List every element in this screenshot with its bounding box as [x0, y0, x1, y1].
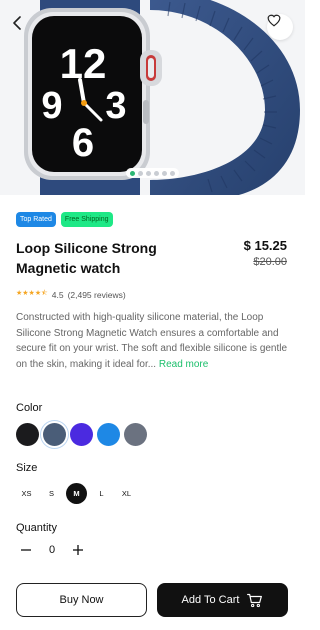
add-to-cart-label: Add To Cart — [181, 594, 240, 606]
quantity-value[interactable]: 0 — [47, 544, 57, 556]
original-price: $20.00 — [253, 256, 287, 268]
size-label: Size — [16, 462, 38, 474]
minus-icon — [21, 549, 31, 551]
color-options — [16, 423, 147, 446]
product-description: Constructed with high-quality silicone m… — [16, 310, 290, 372]
back-button[interactable] — [12, 16, 34, 38]
free-shipping-badge: Free Shipping — [60, 212, 113, 227]
color-swatch[interactable] — [70, 423, 93, 446]
gallery-dot[interactable] — [154, 170, 159, 176]
read-more-link[interactable]: Read more — [159, 359, 208, 370]
watch-numeral-3: 3 — [105, 85, 126, 127]
rating-row: ★★★★⯪ 4.5 (2,495 reviews) — [16, 289, 126, 300]
cart-icon — [247, 593, 263, 607]
add-to-cart-button[interactable]: Add To Cart — [157, 583, 288, 617]
product-price: $ 15.25 — [243, 238, 287, 253]
increase-quantity-button[interactable] — [71, 543, 85, 557]
badge-row: Top Rated Free Shipping — [16, 212, 113, 227]
description-text: Constructed with high-quality silicone m… — [16, 312, 288, 370]
heart-icon — [267, 14, 281, 27]
size-option-xs[interactable]: XS — [16, 483, 37, 504]
size-options: XS S M L XL — [16, 483, 137, 504]
review-count: (2,495 reviews) — [67, 289, 126, 300]
color-swatch[interactable] — [43, 423, 66, 446]
size-option-s[interactable]: S — [41, 483, 62, 504]
product-image: 12 9 3 6 — [0, 0, 305, 195]
quantity-label: Quantity — [16, 522, 57, 534]
watch-numeral-6: 6 — [72, 121, 94, 165]
chevron-left-icon — [13, 16, 21, 30]
color-swatch[interactable] — [16, 423, 39, 446]
quantity-stepper: 0 — [19, 543, 85, 557]
star-rating: ★★★★⯪ — [16, 290, 48, 297]
rating-value: 4.5 — [51, 289, 64, 300]
gallery-dot[interactable] — [138, 170, 143, 176]
color-swatch[interactable] — [97, 423, 120, 446]
favorite-button[interactable] — [267, 14, 293, 40]
size-option-xl[interactable]: XL — [116, 483, 137, 504]
buy-now-button[interactable]: Buy Now — [16, 583, 147, 617]
top-rated-badge: Top Rated — [16, 212, 56, 227]
watch-illustration: 12 9 3 6 — [24, 0, 300, 195]
buy-now-label: Buy Now — [59, 594, 104, 606]
plus-icon — [73, 545, 83, 555]
product-title: Loop Silicone Strong Magnetic watch — [16, 240, 157, 276]
color-label: Color — [16, 402, 43, 414]
gallery-dot[interactable] — [162, 170, 167, 176]
size-option-l[interactable]: L — [91, 483, 112, 504]
decrease-quantity-button[interactable] — [19, 543, 33, 557]
gallery-pagination[interactable] — [126, 168, 179, 178]
watch-numeral-12: 12 — [60, 40, 107, 87]
gallery-dot[interactable] — [170, 170, 175, 176]
size-option-m[interactable]: M — [66, 483, 87, 504]
gallery-dot[interactable] — [130, 170, 135, 176]
color-swatch[interactable] — [124, 423, 147, 446]
gallery-dot[interactable] — [146, 170, 151, 176]
watch-numeral-9: 9 — [41, 85, 62, 127]
